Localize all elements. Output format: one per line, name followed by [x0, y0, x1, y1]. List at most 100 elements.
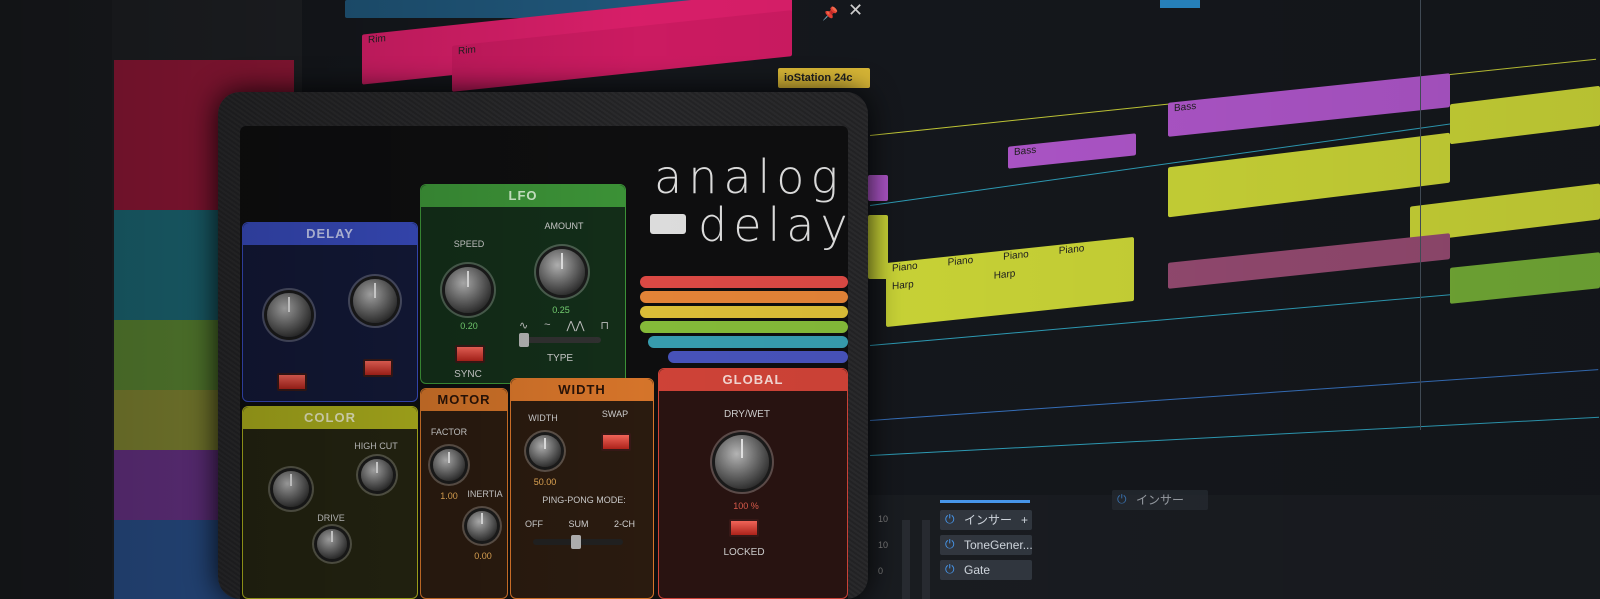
- delay-sync-button[interactable]: [277, 373, 307, 391]
- meter-tick: 0: [878, 566, 884, 576]
- lfo-amount-knob[interactable]: [539, 249, 585, 295]
- lfo-sync-button[interactable]: [455, 345, 485, 363]
- lfo-type-label: TYPE: [546, 353, 574, 364]
- lfo-amount-value: 0.25: [552, 305, 570, 315]
- color-section: COLOR HIGH CUT DRIVE: [242, 406, 418, 599]
- rainbow-stripe: [668, 351, 848, 363]
- rainbow-stripe: [640, 291, 848, 303]
- ping-pong-mode-slider[interactable]: [533, 535, 623, 549]
- rainbow-stripes: [640, 276, 848, 372]
- sine-wave-icon: ∿: [519, 320, 529, 332]
- width-value: 50.00: [533, 477, 557, 487]
- lfo-speed-label: SPEED: [453, 239, 485, 249]
- delay-feedback-knob[interactable]: [353, 279, 397, 323]
- mixer-meter: [922, 520, 930, 599]
- delay-section: DELAY: [242, 222, 418, 402]
- global-section: GLOBAL DRY/WET 100 % LOCKED: [658, 368, 848, 599]
- io-station-label[interactable]: ioStation 24c: [778, 68, 870, 88]
- width-width-label: WIDTH: [528, 413, 558, 423]
- width-section: WIDTH WIDTH 50.00 SWAP PING-PONG MODE: O…: [510, 378, 654, 599]
- global-title: GLOBAL: [659, 369, 847, 391]
- motor-title: MOTOR: [421, 389, 507, 411]
- plugin-faceplate: DELAY LFO SPEED 0.20 AMOUNT 0.25 SYNC ∿ …: [240, 126, 848, 599]
- ping-pong-mode-label: PING-PONG MODE:: [542, 495, 626, 505]
- color-high-cut-knob[interactable]: [361, 459, 393, 491]
- insert-slot-tonegenerator[interactable]: ⏻ ToneGener...: [940, 535, 1033, 555]
- rainbow-stripe: [640, 321, 848, 333]
- rainbow-stripe: [640, 306, 848, 318]
- color-low-cut-knob[interactable]: [273, 471, 309, 507]
- square-wave-icon: ⊓: [600, 320, 609, 332]
- meter-scale: 10 10 0: [878, 506, 888, 584]
- lfo-wave-row: ∿ ~ ⋀⋀ ⊓: [519, 319, 609, 332]
- mode-option-2ch[interactable]: 2-CH: [614, 519, 635, 529]
- global-locked-label: LOCKED: [723, 547, 765, 558]
- motor-factor-label: FACTOR: [430, 427, 468, 437]
- insert-slot-gate[interactable]: ⏻ Gate: [940, 560, 1032, 580]
- logo-line-analog: analog: [654, 150, 845, 204]
- clip-label: Piano: [892, 260, 918, 275]
- close-icon[interactable]: ✕: [848, 0, 863, 21]
- rainbow-stripe: [640, 276, 848, 288]
- insert-label: インサー: [964, 513, 1013, 527]
- lfo-speed-knob[interactable]: [445, 267, 491, 313]
- lfo-section: LFO SPEED 0.20 AMOUNT 0.25 SYNC ∿ ~ ⋀⋀ ⊓…: [420, 184, 626, 384]
- global-locked-button[interactable]: [729, 519, 759, 537]
- delay-boost-button[interactable]: [363, 359, 393, 377]
- analog-delay-plugin-window: DELAY LFO SPEED 0.20 AMOUNT 0.25 SYNC ∿ …: [218, 92, 868, 599]
- delay-time-knob[interactable]: [267, 293, 311, 337]
- rainbow-stripe: [648, 336, 848, 348]
- lfo-type-slider-handle[interactable]: [519, 333, 529, 347]
- clip-label: Piano: [1003, 249, 1029, 263]
- lfo-title: LFO: [421, 185, 625, 207]
- io-station-text: ioStation 24c: [784, 72, 853, 84]
- clip-label: Piano: [1058, 243, 1085, 257]
- motor-inertia-label: INERTIA: [467, 489, 503, 499]
- width-knob[interactable]: [529, 435, 561, 467]
- clip-purple-left[interactable]: [868, 175, 888, 201]
- color-title: COLOR: [243, 407, 417, 429]
- clip-label: Bass: [1014, 144, 1037, 159]
- global-drywet-label: DRY/WET: [724, 409, 770, 420]
- lfo-speed-value: 0.20: [460, 321, 478, 331]
- add-insert-button[interactable]: +: [1021, 510, 1028, 530]
- power-icon[interactable]: ⏻: [945, 563, 958, 576]
- lfo-type-slider[interactable]: [519, 333, 601, 347]
- width-title: WIDTH: [511, 379, 653, 401]
- logo-line-delay: delay: [698, 198, 848, 252]
- ping-pong-mode-slider-handle[interactable]: [571, 535, 581, 549]
- clip-label: Harp: [892, 279, 914, 293]
- insert-label: インサー: [1136, 493, 1185, 507]
- global-drywet-value: 100 %: [733, 501, 759, 511]
- power-icon[interactable]: ⏻: [945, 538, 958, 551]
- motor-inertia-knob[interactable]: [467, 511, 497, 541]
- ping-pong-mode-options: OFF SUM 2-CH: [525, 519, 635, 529]
- power-icon[interactable]: ⏻: [945, 513, 958, 526]
- clip-yellow-left[interactable]: [868, 215, 888, 279]
- clip-label: Rim: [368, 33, 386, 46]
- playhead-line: [1420, 0, 1421, 430]
- insert-label: ToneGener...: [964, 538, 1033, 552]
- power-icon[interactable]: ⏻: [1117, 493, 1130, 506]
- meter-tick: 10: [878, 514, 889, 524]
- meter-tick: 10: [878, 540, 889, 550]
- lfo-sync-label: SYNC: [454, 369, 482, 380]
- pin-icon[interactable]: 📌: [822, 6, 838, 22]
- motor-inertia-value: 0.00: [474, 551, 492, 561]
- motor-section: MOTOR FACTOR 1.00 INERTIA 0.00: [420, 388, 508, 599]
- global-drywet-knob[interactable]: [715, 435, 769, 489]
- mode-option-sum[interactable]: SUM: [568, 519, 588, 529]
- mixer-meter: [902, 520, 910, 599]
- insert-slot-right[interactable]: ⏻ インサー: [1112, 490, 1208, 510]
- width-swap-button[interactable]: [601, 433, 631, 451]
- triangle-wave-icon: ~: [544, 319, 551, 331]
- clip-label: Piano: [947, 254, 974, 269]
- clip-label: Rim: [458, 44, 476, 58]
- motor-factor-knob[interactable]: [433, 449, 465, 481]
- mode-option-off[interactable]: OFF: [525, 519, 543, 529]
- insert-header-bar: [940, 500, 1030, 503]
- insert-slot-header[interactable]: ⏻ インサー +: [940, 510, 1032, 530]
- clip-label: Bass: [1174, 100, 1197, 115]
- color-drive-knob[interactable]: [317, 529, 347, 559]
- width-swap-label: SWAP: [601, 409, 629, 419]
